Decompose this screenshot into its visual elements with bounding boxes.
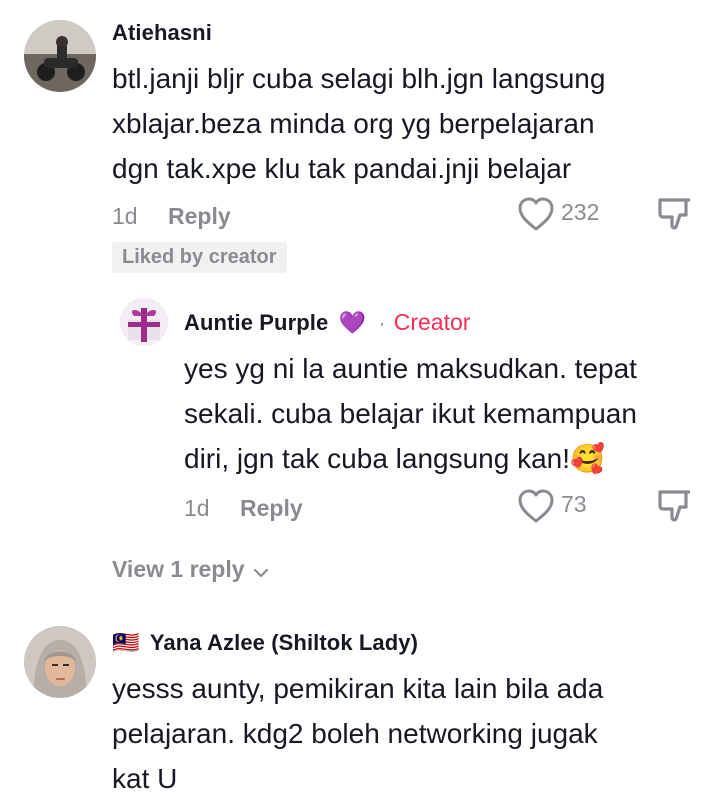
reply-header: Auntie Purple 💜 · Creator xyxy=(184,309,470,336)
comment-text: yesss aunty, pemikiran kita lain bila ad… xyxy=(112,666,702,801)
thumbs-down-icon xyxy=(658,198,690,230)
like-button[interactable]: 232 xyxy=(517,194,611,234)
view-replies-label: View 1 reply xyxy=(112,556,245,582)
comment-username[interactable]: Atiehasni xyxy=(112,20,212,46)
comment-text-line: kat U xyxy=(112,763,178,794)
dislike-button[interactable] xyxy=(656,488,694,524)
avatar[interactable] xyxy=(120,298,168,346)
heart-outline-icon xyxy=(518,489,554,523)
chevron-down-icon xyxy=(253,568,269,577)
comment-text-line: diri, jgn tak cuba langsung kan!🥰 xyxy=(184,443,605,474)
comment-header: 🇲🇾 Yana Azlee (Shiltok Lady) xyxy=(112,630,418,656)
like-button[interactable]: 73 xyxy=(517,486,597,526)
separator-dot: · xyxy=(378,313,386,335)
avatar[interactable] xyxy=(24,20,96,92)
avatar[interactable] xyxy=(24,626,96,698)
reply-button[interactable]: Reply xyxy=(168,203,231,230)
comment-text-line: yesss aunty, pemikiran kita lain bila ad… xyxy=(112,673,604,704)
comment-text: yes yg ni la auntie maksudkan. tepat sek… xyxy=(184,346,704,481)
creator-label: Creator xyxy=(393,309,471,335)
purple-heart-emoji: 💜 xyxy=(338,310,367,335)
avatar-motorcycle-photo xyxy=(24,20,96,92)
comment-time: 1d xyxy=(112,203,138,229)
thumbs-down-icon xyxy=(658,490,690,522)
comment-text-line: yes yg ni la auntie maksudkan. tepat xyxy=(184,353,637,384)
comment-text-line: dgn tak.xpe klu tak pandai.jnji belajar xyxy=(112,153,572,184)
avatar-hijab-photo xyxy=(24,626,96,698)
avatar-purple-gift-photo xyxy=(120,298,168,346)
comment-text-line: btl.janji bljr cuba selagi blh.jgn langs… xyxy=(112,63,606,94)
like-count: 232 xyxy=(561,199,600,225)
comment-username[interactable]: Yana Azlee (Shiltok Lady) xyxy=(150,630,418,655)
comment-text-line: xblajar.beza minda org yg berpelajaran xyxy=(112,108,595,139)
reply-button[interactable]: Reply xyxy=(240,495,303,522)
comment-username[interactable]: Auntie Purple xyxy=(184,310,328,335)
comment-text-line: pelajaran. kdg2 boleh networking jugak xyxy=(112,718,598,749)
dislike-button[interactable] xyxy=(656,196,694,232)
view-replies-button[interactable]: View 1 reply xyxy=(112,556,269,583)
heart-outline-icon xyxy=(518,197,554,231)
liked-by-creator-badge: Liked by creator xyxy=(112,242,287,273)
comment-text: btl.janji bljr cuba selagi blh.jgn langs… xyxy=(112,56,702,191)
comment-text-line: sekali. cuba belajar ikut kemampuan xyxy=(184,398,637,429)
malaysia-flag-icon: 🇲🇾 xyxy=(112,630,140,655)
comment-time: 1d xyxy=(184,495,210,521)
like-count: 73 xyxy=(561,491,587,517)
